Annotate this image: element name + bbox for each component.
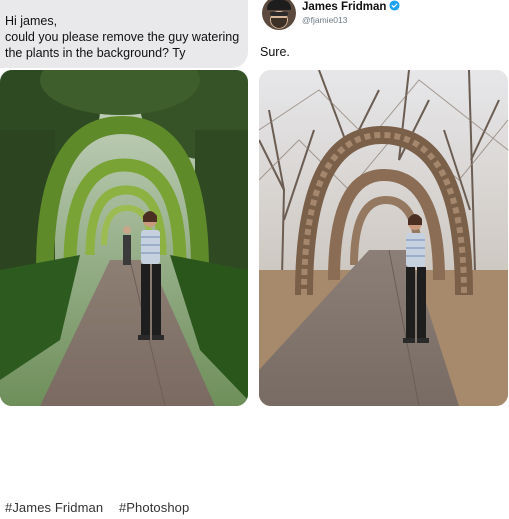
- photo-garden-arch-icon: [0, 70, 248, 406]
- original-photo[interactable]: [0, 70, 248, 406]
- request-message-text: Hi james, could you please remove the gu…: [5, 14, 240, 60]
- profile-name-text: James Fridman: [302, 1, 387, 13]
- request-message-bubble: Hi james, could you please remove the gu…: [0, 0, 248, 68]
- verified-badge-icon: [389, 0, 400, 11]
- reply-profile-header: James Fridman @fjamie013: [260, 0, 509, 32]
- photo-bare-branch-arch-icon: [259, 70, 508, 406]
- hashtag-james-fridman[interactable]: #James Fridman: [5, 500, 103, 515]
- profile-display-name[interactable]: James Fridman: [302, 0, 400, 13]
- reply-message-text: Sure.: [260, 45, 290, 59]
- hashtag-list: #James Fridman #Photoshop: [5, 500, 201, 515]
- edited-photo[interactable]: [259, 70, 508, 406]
- hashtag-photoshop[interactable]: #Photoshop: [119, 500, 189, 515]
- avatar[interactable]: [262, 0, 296, 30]
- profile-handle[interactable]: @fjamie013: [302, 15, 347, 25]
